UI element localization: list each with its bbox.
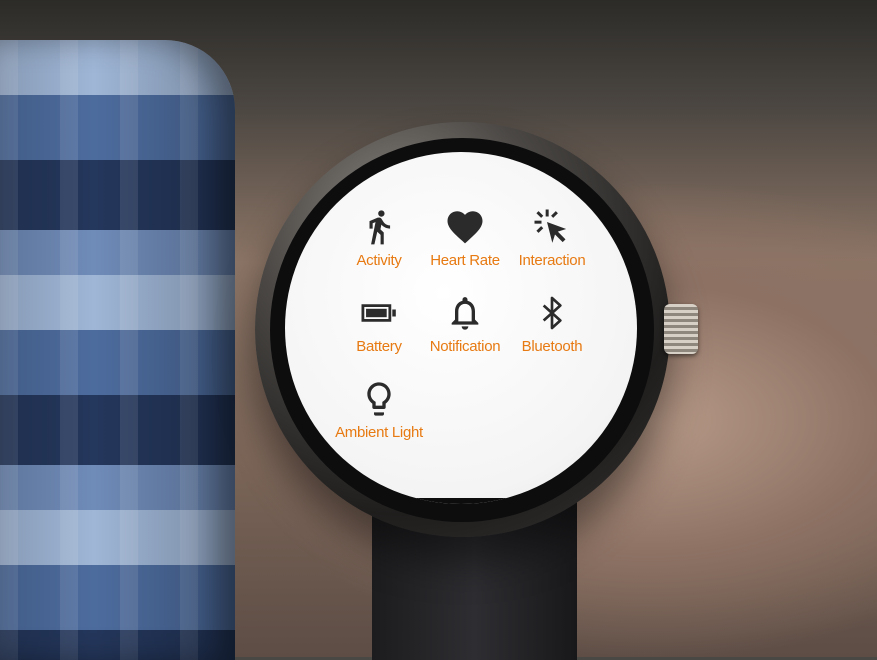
watch-crown-button[interactable] bbox=[664, 304, 698, 354]
tap-cursor-icon bbox=[531, 206, 573, 248]
battery-icon bbox=[358, 292, 400, 334]
bluetooth-icon bbox=[531, 292, 573, 334]
heart-icon bbox=[444, 206, 486, 248]
menu-item-label: Ambient Light bbox=[335, 424, 423, 441]
watch-screen: Activity Heart Rate Interaction Battery … bbox=[285, 152, 637, 504]
menu-item-interaction[interactable]: Interaction bbox=[497, 206, 607, 286]
bell-icon bbox=[444, 292, 486, 334]
menu-item-label: Heart Rate bbox=[430, 252, 500, 269]
menu-item-label: Interaction bbox=[518, 252, 586, 269]
running-person-icon bbox=[358, 206, 400, 248]
menu-item-label: Bluetooth bbox=[521, 338, 583, 355]
menu-item-label: Notification bbox=[429, 338, 501, 355]
lightbulb-icon bbox=[358, 378, 400, 420]
menu-item-bluetooth[interactable]: Bluetooth bbox=[497, 292, 607, 372]
menu-item-label: Battery bbox=[356, 338, 402, 355]
menu-item-ambient-light[interactable]: Ambient Light bbox=[324, 378, 434, 458]
sleeve-shadow bbox=[0, 40, 235, 660]
screen-flat-tire bbox=[285, 498, 637, 504]
menu-item-label: Activity bbox=[356, 252, 402, 269]
